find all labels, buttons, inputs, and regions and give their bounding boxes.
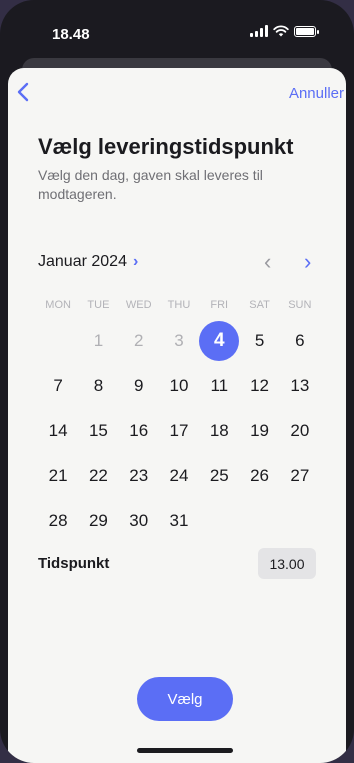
day-number: 1 bbox=[93, 331, 104, 350]
calendar-day[interactable]: 8 bbox=[78, 366, 118, 406]
day-number: 11 bbox=[210, 376, 229, 395]
month-selector[interactable]: Januar 2024 › bbox=[38, 253, 138, 271]
day-number: 30 bbox=[129, 511, 149, 530]
day-number: 6 bbox=[295, 331, 305, 350]
day-number: 18 bbox=[209, 421, 229, 440]
weekday-label: TUE bbox=[87, 299, 110, 311]
day-number: 26 bbox=[250, 466, 270, 485]
weekday-label: THU bbox=[167, 299, 191, 311]
day-number: 9 bbox=[133, 376, 144, 395]
calendar-day[interactable]: 30 bbox=[119, 501, 159, 541]
calendar-day[interactable]: 18 bbox=[199, 411, 239, 451]
delivery-time-sheet: Annuller Vælg leveringstidspunkt Vælg de… bbox=[8, 68, 346, 763]
day-number: 29 bbox=[88, 511, 108, 530]
day-number: 23 bbox=[129, 466, 149, 485]
weekday-label: SAT bbox=[249, 299, 270, 311]
calendar-day[interactable]: 31 bbox=[159, 501, 199, 541]
day-number: 12 bbox=[250, 376, 270, 395]
page-subtitle: Vælg den dag, gaven skal leveres til mod… bbox=[38, 167, 263, 202]
calendar-day[interactable]: 28 bbox=[38, 501, 78, 541]
weekday-label: FRI bbox=[210, 299, 229, 311]
day-number: 20 bbox=[290, 421, 310, 440]
day-number: 28 bbox=[48, 511, 68, 530]
calendar-day[interactable]: 11 bbox=[199, 366, 239, 406]
day-number: 22 bbox=[88, 466, 108, 485]
time-picker[interactable]: 13.00 bbox=[258, 548, 316, 579]
day-number: 25 bbox=[209, 466, 229, 485]
calendar-day[interactable]: 25 bbox=[199, 456, 239, 496]
calendar-day[interactable]: 13 bbox=[280, 366, 320, 406]
day-number: 31 bbox=[169, 511, 189, 530]
calendar-day[interactable]: 23 bbox=[119, 456, 159, 496]
calendar-day: 1 bbox=[78, 321, 118, 361]
calendar-day: 2 bbox=[119, 321, 159, 361]
status-bar: 18.48 bbox=[0, 0, 354, 52]
calendar-grid: 1 2 3 4 5 6 7 8 9 10 11 12 13 14 15 16 17 18 19 20 21 22 23 24 2… bbox=[38, 321, 320, 541]
page-title: Vælg leveringstidspunkt bbox=[38, 134, 294, 159]
day-number: 5 bbox=[254, 331, 265, 350]
calendar-day[interactable]: 24 bbox=[159, 456, 199, 496]
next-month-button[interactable]: › bbox=[304, 249, 311, 275]
day-number: 8 bbox=[93, 376, 104, 395]
day-number: 17 bbox=[169, 421, 189, 440]
calendar-day[interactable]: 27 bbox=[280, 456, 320, 496]
weekday-label: SUN bbox=[288, 299, 312, 311]
chevron-right-icon: › bbox=[132, 253, 139, 270]
day-number: 14 bbox=[48, 421, 68, 440]
calendar-day[interactable]: 16 bbox=[119, 411, 159, 451]
status-time: 18.48 bbox=[52, 26, 90, 43]
calendar-day[interactable]: 15 bbox=[78, 411, 118, 451]
day-number: 24 bbox=[169, 466, 189, 485]
calendar-day[interactable]: 7 bbox=[38, 366, 78, 406]
status-icons bbox=[250, 25, 319, 37]
calendar-day[interactable]: 14 bbox=[38, 411, 78, 451]
back-button[interactable] bbox=[16, 82, 40, 106]
calendar-day[interactable]: 10 bbox=[159, 366, 199, 406]
calendar-day[interactable]: 6 bbox=[280, 321, 320, 361]
month-label: Januar 2024 bbox=[38, 253, 127, 270]
calendar-day[interactable]: 21 bbox=[38, 456, 78, 496]
calendar-day-selected[interactable]: 4 bbox=[199, 321, 240, 361]
day-number: 7 bbox=[53, 376, 63, 395]
phone-frame: 18.48 Annuller Vælg leveringstidspunkt V… bbox=[0, 0, 354, 763]
day-number: 27 bbox=[290, 466, 310, 485]
calendar-day[interactable]: 22 bbox=[78, 456, 118, 496]
cancel-button[interactable]: Annuller bbox=[289, 85, 344, 102]
day-number: 10 bbox=[169, 376, 189, 395]
weekday-label: WED bbox=[125, 299, 152, 311]
calendar-day[interactable]: 5 bbox=[239, 321, 279, 361]
signal-icon bbox=[250, 25, 268, 37]
weekday-header: MON TUE WED THU FRI SAT SUN bbox=[38, 299, 320, 311]
day-number: 19 bbox=[250, 421, 270, 440]
calendar-day[interactable]: 20 bbox=[280, 411, 320, 451]
day-number: 21 bbox=[48, 466, 68, 485]
home-indicator bbox=[137, 748, 233, 753]
battery-icon bbox=[294, 26, 319, 37]
day-number: 15 bbox=[88, 421, 108, 440]
chevron-left-icon bbox=[17, 82, 29, 102]
time-label: Tidspunkt bbox=[38, 555, 110, 572]
wifi-icon bbox=[273, 25, 289, 37]
day-number: 13 bbox=[290, 376, 310, 395]
calendar-day[interactable]: 29 bbox=[78, 501, 118, 541]
day-number: 3 bbox=[174, 331, 184, 350]
day-number: 2 bbox=[133, 331, 144, 350]
choose-button[interactable]: Vælg bbox=[137, 677, 233, 721]
previous-month-button[interactable]: ‹ bbox=[264, 249, 271, 275]
calendar-day[interactable]: 26 bbox=[239, 456, 279, 496]
weekday-label: MON bbox=[45, 299, 71, 311]
calendar-day[interactable]: 19 bbox=[239, 411, 279, 451]
calendar-day[interactable]: 9 bbox=[119, 366, 159, 406]
calendar-day[interactable]: 17 bbox=[159, 411, 199, 451]
calendar-day: 3 bbox=[159, 321, 199, 361]
day-number: 16 bbox=[129, 421, 149, 440]
day-number: 4 bbox=[199, 321, 240, 361]
calendar-day[interactable]: 12 bbox=[239, 366, 279, 406]
